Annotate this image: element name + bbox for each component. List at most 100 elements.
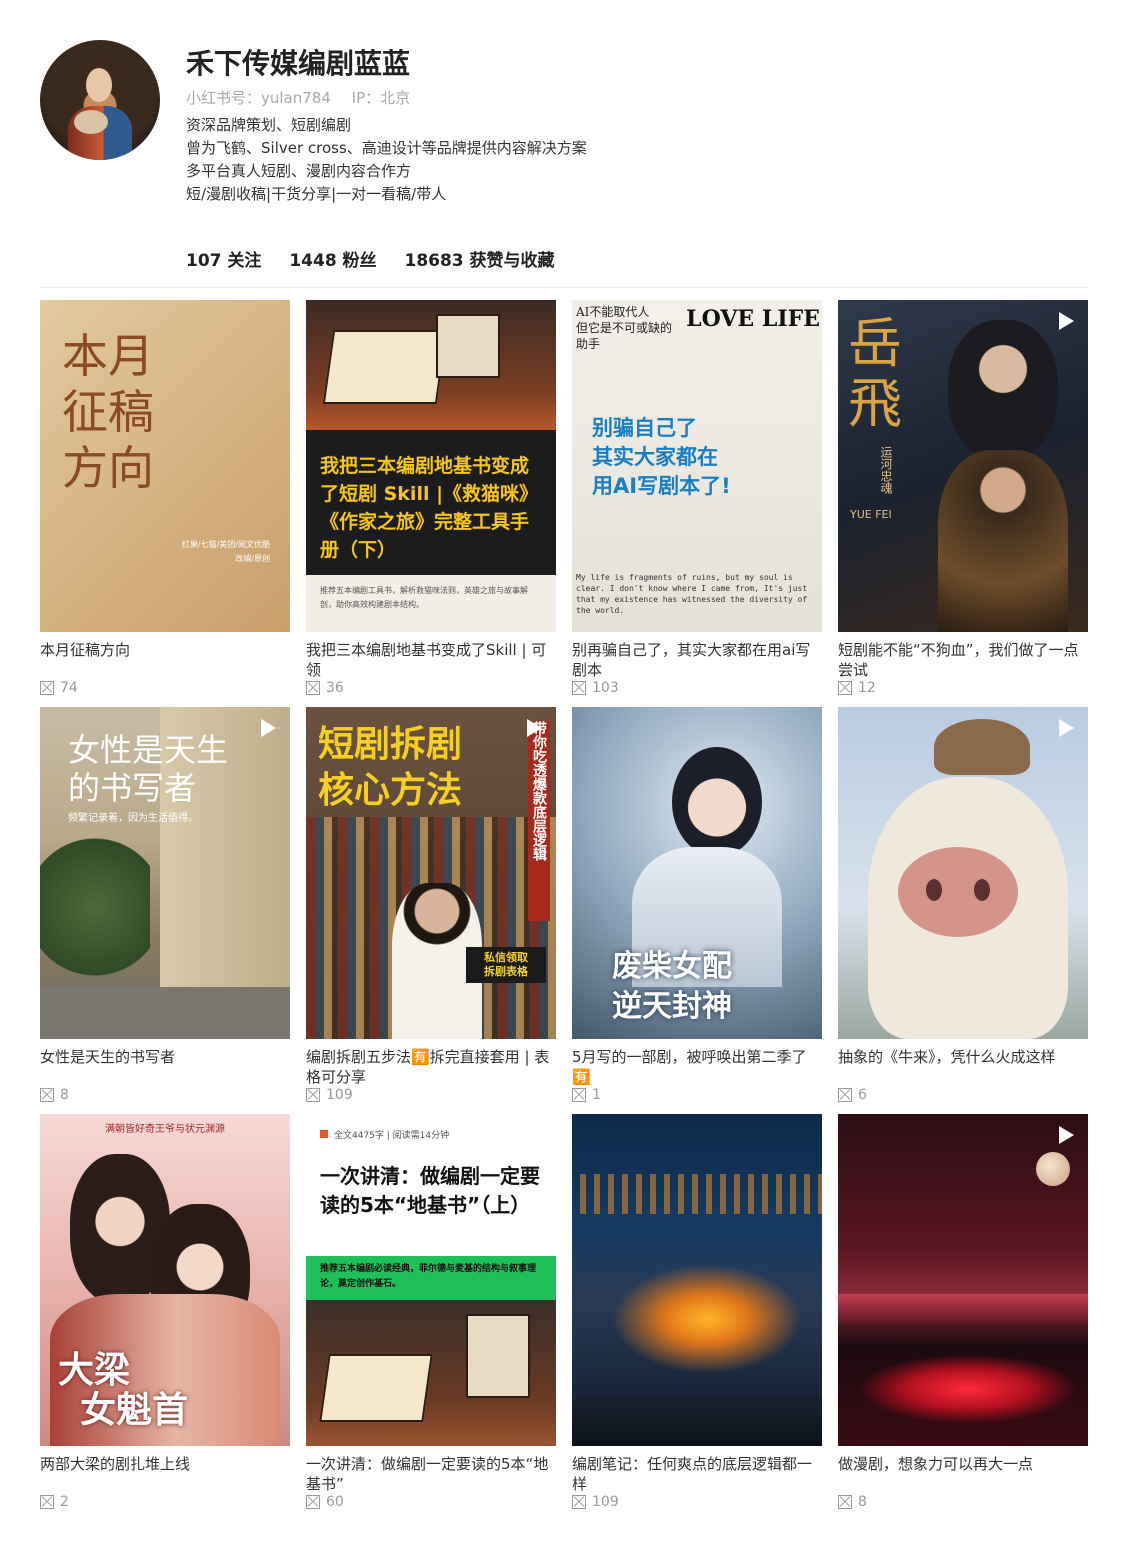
post-card[interactable]: 满朝皆好奇王爷与状元渊源 大梁 女魁首 两部大梁的剧扎堆上线 2 [40, 1114, 290, 1510]
like-count: 103 [592, 680, 619, 696]
like-icon[interactable] [572, 681, 586, 695]
cover-text: 用AI写剧本了! [592, 474, 731, 498]
bio-line: 资深品牌策划、短剧编剧 [186, 116, 352, 134]
bio-line: 多平台真人短剧、漫剧内容合作方 [186, 162, 412, 180]
post-title[interactable]: 别再骗自己了，其实大家都在用ai写剧本 [572, 640, 822, 680]
like-icon[interactable] [838, 681, 852, 695]
post-likes[interactable]: 60 [306, 1494, 556, 1510]
cover-text: 推荐五本编剧工具书，解析救猫咪法则，英雄之旅与故事解剖，助你高效构建剧本结构。 [320, 586, 528, 609]
profile-ip: IP：北京 [351, 89, 411, 107]
cover-text: 女魁首 [80, 1389, 189, 1431]
followers-count[interactable]: 1448 粉丝 [289, 251, 376, 271]
like-icon[interactable] [838, 1495, 852, 1509]
post-likes[interactable]: 8 [838, 1494, 1088, 1510]
like-icon[interactable] [306, 681, 320, 695]
cover-text: 运河忠魂 [879, 446, 893, 494]
post-likes[interactable]: 2 [40, 1494, 290, 1510]
following-count[interactable]: 107 关注 [186, 251, 261, 271]
post-card[interactable]: 全文4475字 | 阅读需14分钟 一次讲清：做编剧一定要读的5本“地基书”（上… [306, 1114, 556, 1510]
cover-text: 带你吃透爆款底层逻辑 [528, 721, 550, 921]
post-likes[interactable]: 1 [572, 1087, 822, 1103]
cover-text: 女性是天生 [68, 731, 229, 769]
cover-text: 逆天封神 [612, 989, 732, 1024]
cover-text: 本月 [62, 329, 154, 383]
post-cover[interactable]: 女性是天生 的书写者 频繁记录着，因为生活值得。 [40, 707, 290, 1039]
post-cover[interactable]: 全文4475字 | 阅读需14分钟 一次讲清：做编剧一定要读的5本“地基书”（上… [306, 1114, 556, 1446]
post-card[interactable]: 我把三本编剧地基书变成了短剧 Skill |《救猫咪》《作家之旅》完整工具手册（… [306, 300, 556, 696]
likes-count: 18683 获赞与收藏 [404, 251, 555, 271]
post-title[interactable]: 做漫剧，想象力可以再大一点 [838, 1454, 1088, 1494]
post-cover[interactable]: 废柴女配 逆天封神 [572, 707, 822, 1039]
post-title[interactable]: 短剧能不能“不狗血”，我们做了一点尝试 [838, 640, 1088, 680]
like-count: 109 [326, 1087, 353, 1103]
post-title[interactable]: 本月征稿方向 [40, 640, 290, 680]
like-count: 74 [60, 680, 78, 696]
post-cover[interactable]: 满朝皆好奇王爷与状元渊源 大梁 女魁首 [40, 1114, 290, 1446]
like-icon[interactable] [572, 1495, 586, 1509]
post-title[interactable]: 编剧拆剧五步法🈶拆完直接套用 | 表格可分享 [306, 1047, 556, 1087]
video-play-icon [527, 719, 542, 737]
like-icon[interactable] [306, 1088, 320, 1102]
post-card[interactable]: 本月 征稿 方向 红果/七猫/美团/阅文优酷 改编/原创 本月征稿方向 74 [40, 300, 290, 696]
post-title[interactable]: 抽象的《牛来》，凭什么火成这样 [838, 1047, 1088, 1087]
post-cover[interactable]: 我把三本编剧地基书变成了短剧 Skill |《救猫咪》《作家之旅》完整工具手册（… [306, 300, 556, 632]
cover-text: 私信领取 [484, 951, 528, 964]
post-card[interactable]: 编剧笔记：任何爽点的底层逻辑都一样 109 [572, 1114, 822, 1510]
post-likes[interactable]: 12 [838, 680, 1088, 696]
like-count: 60 [326, 1494, 344, 1510]
profile-meta: 小红书号：yulan784 IP：北京 [186, 87, 426, 108]
cover-text: 改编/原创 [235, 554, 270, 563]
post-card[interactable]: AI不能取代人 但它是不可或缺的 助手 LOVE LIFE 别骗自己了 其实大家… [572, 300, 822, 696]
like-icon[interactable] [838, 1088, 852, 1102]
cover-text: 短剧拆剧 [318, 723, 463, 765]
post-cover[interactable] [838, 707, 1088, 1039]
post-card[interactable]: 抽象的《牛来》，凭什么火成这样 6 [838, 707, 1088, 1103]
cover-text: 拆剧表格 [484, 965, 528, 978]
like-count: 6 [858, 1087, 867, 1103]
like-count: 8 [858, 1494, 867, 1510]
post-card[interactable]: 做漫剧，想象力可以再大一点 8 [838, 1114, 1088, 1510]
profile-header: 禾下传媒编剧蓝蓝 小红书号：yulan784 IP：北京 资深品牌策划、短剧编剧… [40, 40, 1088, 288]
profile-stats: 107 关注 1448 粉丝 18683 获赞与收藏 [186, 246, 577, 271]
post-cover[interactable]: 短剧拆剧 核心方法 带你吃透爆款底层逻辑 私信领取 拆剧表格 [306, 707, 556, 1039]
post-title[interactable]: 我把三本编剧地基书变成了Skill | 可领 [306, 640, 556, 680]
cover-text: My life is fragments of ruins, but my so… [576, 573, 808, 615]
like-icon[interactable] [306, 1495, 320, 1509]
post-cover[interactable] [572, 1114, 822, 1446]
cover-text: 方向 [62, 441, 154, 495]
like-count: 109 [592, 1494, 619, 1510]
post-cover[interactable]: 岳飛 运河忠魂 YUE FEI [838, 300, 1088, 632]
post-title[interactable]: 两部大梁的剧扎堆上线 [40, 1454, 290, 1494]
post-likes[interactable]: 6 [838, 1087, 1088, 1103]
like-icon[interactable] [40, 681, 54, 695]
like-count: 1 [592, 1087, 601, 1103]
video-play-icon [1059, 1126, 1074, 1144]
post-cover[interactable]: AI不能取代人 但它是不可或缺的 助手 LOVE LIFE 别骗自己了 其实大家… [572, 300, 822, 632]
post-likes[interactable]: 109 [306, 1087, 556, 1103]
post-card[interactable]: 女性是天生 的书写者 频繁记录着，因为生活值得。 女性是天生的书写者 8 [40, 707, 290, 1103]
bio-line: 短/漫剧收稿|干货分享|一对一看稿/带人 [186, 185, 447, 203]
like-icon[interactable] [40, 1088, 54, 1102]
post-title[interactable]: 一次讲清：做编剧一定要读的5本“地基书” [306, 1454, 556, 1494]
cover-text: 我把三本编剧地基书变成了短剧 Skill |《救猫咪》《作家之旅》完整工具手册（… [320, 455, 539, 561]
like-icon[interactable] [572, 1088, 586, 1102]
post-cover[interactable] [838, 1114, 1088, 1446]
profile-bio: 资深品牌策划、短剧编剧 曾为飞鹤、Silver cross、高迪设计等品牌提供内… [186, 114, 587, 206]
post-cover[interactable]: 本月 征稿 方向 红果/七猫/美团/阅文优酷 改编/原创 [40, 300, 290, 632]
cover-text: YUE FEI [850, 508, 892, 521]
post-likes[interactable]: 8 [40, 1087, 290, 1103]
post-card[interactable]: 岳飛 运河忠魂 YUE FEI 短剧能不能“不狗血”，我们做了一点尝试 12 [838, 300, 1088, 696]
post-likes[interactable]: 103 [572, 680, 822, 696]
post-title[interactable]: 女性是天生的书写者 [40, 1047, 290, 1087]
like-icon[interactable] [40, 1495, 54, 1509]
post-title[interactable]: 5月写的一部剧，被呼唤出第二季了🈶 [572, 1047, 822, 1087]
video-play-icon [1059, 312, 1074, 330]
post-title[interactable]: 编剧笔记：任何爽点的底层逻辑都一样 [572, 1454, 822, 1494]
post-likes[interactable]: 74 [40, 680, 290, 696]
video-play-icon [1059, 719, 1074, 737]
post-card[interactable]: 短剧拆剧 核心方法 带你吃透爆款底层逻辑 私信领取 拆剧表格 编剧拆剧五步法🈶拆… [306, 707, 556, 1103]
post-likes[interactable]: 36 [306, 680, 556, 696]
post-likes[interactable]: 109 [572, 1494, 822, 1510]
post-card[interactable]: 废柴女配 逆天封神 5月写的一部剧，被呼唤出第二季了🈶 1 [572, 707, 822, 1103]
avatar[interactable] [40, 40, 160, 160]
